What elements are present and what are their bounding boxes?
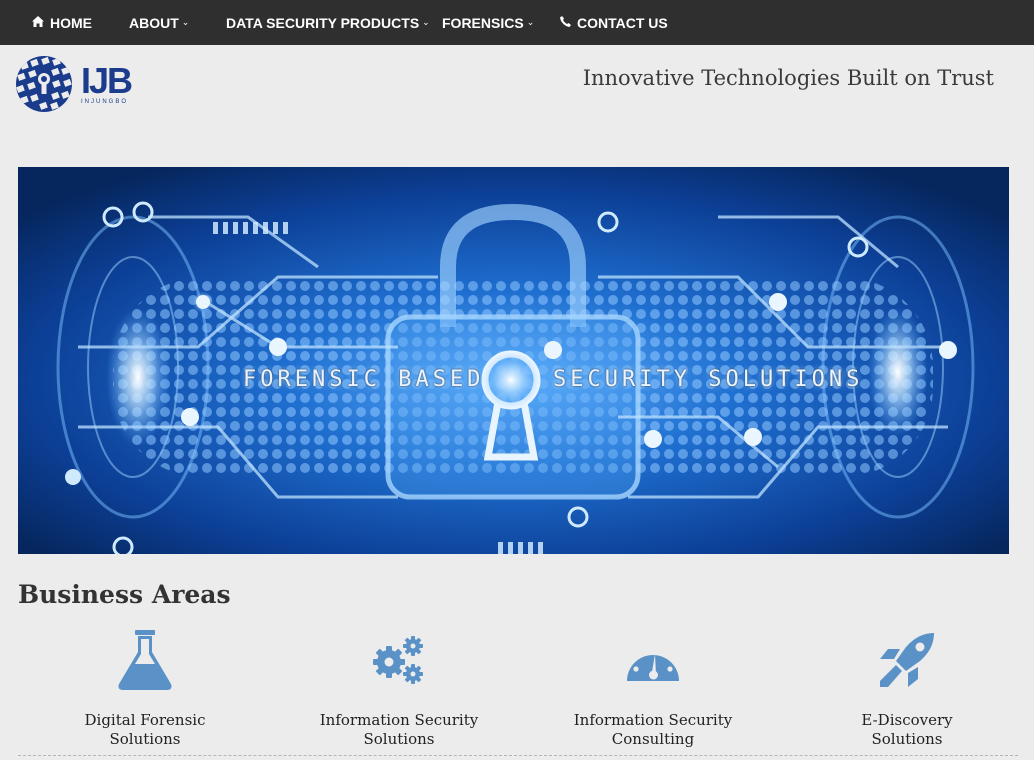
chevron-down-icon: ⌄ [422,17,430,27]
nav-forensics-label: FORENSICS [442,14,524,31]
site-logo[interactable]: IJB INJUNGBO [15,55,140,113]
area-digital-forensic-solutions[interactable]: Digital Forensic Solutions [18,625,272,755]
logo-wordmark: IJB [81,59,133,101]
hero-text-left: FORENSIC BASED [243,367,485,392]
chevron-down-icon: ⌄ [181,17,190,27]
nav-forensics[interactable]: FORENSICS ⌄ [442,0,534,45]
dashboard-icon [627,645,679,681]
hero-banner: FORENSIC BASED SECURITY SOLUTIONS [18,167,1009,554]
business-areas-list: Digital Forensic Solutions Information S… [18,625,1018,760]
nav-home[interactable]: HOME [32,0,92,45]
business-areas-heading: Business Areas [18,580,231,609]
area-label-line2: Solutions [871,730,943,748]
area-label-line2: Solutions [109,730,181,748]
area-label-line2: Consulting [611,730,695,748]
flask-icon [118,630,172,690]
area-label-line1: Digital Forensic [84,711,206,729]
section-divider [18,755,1018,756]
gears-icon [373,636,423,684]
area-label-line1: E-Discovery [861,711,953,729]
nav-contact-us[interactable]: CONTACT US [560,0,668,45]
hero-background-image [18,167,1009,554]
logo-subtext: INJUNGBO [81,98,129,105]
area-label-line1: Information Security [573,711,733,729]
nav-contact-label: CONTACT US [577,14,668,31]
top-navigation: HOME ABOUT ⌄ DATA SECURITY PRODUCTS ⌄ FO… [0,0,1034,45]
area-e-discovery-solutions[interactable]: E-Discovery Solutions [780,625,1034,755]
rocket-icon [880,633,934,687]
hero-text-right: SECURITY SOLUTIONS [553,367,864,392]
site-tagline: Innovative Technologies Built on Trust [582,66,994,90]
nav-data-security-label: DATA SECURITY PRODUCTS [226,14,420,31]
nav-home-label: HOME [50,14,92,31]
nav-about-label: ABOUT [129,14,179,31]
home-icon [32,15,44,30]
area-information-security-solutions[interactable]: Information Security Solutions [272,625,526,755]
nav-about[interactable]: ABOUT ⌄ [129,0,189,45]
nav-data-security-products[interactable]: DATA SECURITY PRODUCTS ⌄ [226,0,430,45]
area-label-line1: Information Security [319,711,479,729]
chevron-down-icon: ⌄ [526,17,535,27]
phone-icon [560,15,571,30]
globe-logo-icon [16,56,72,112]
area-label-line2: Solutions [363,730,435,748]
area-information-security-consulting[interactable]: Information Security Consulting [526,625,780,755]
